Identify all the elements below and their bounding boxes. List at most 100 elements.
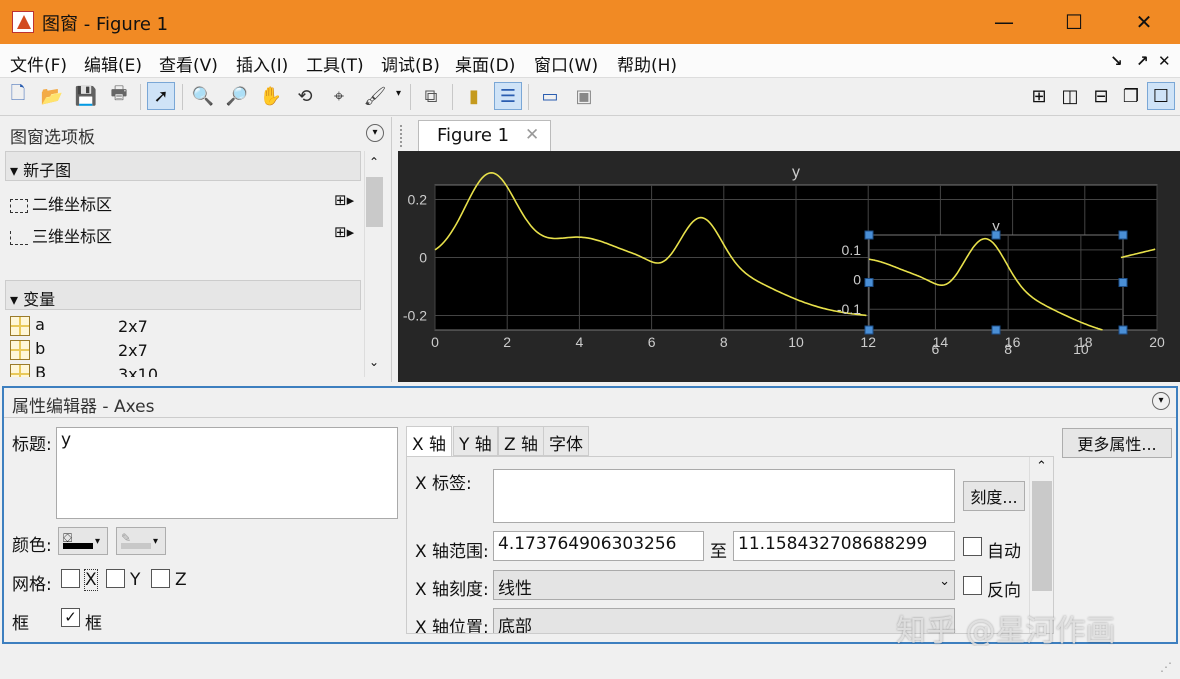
undock-arrow-icon[interactable]: ↘ (1110, 52, 1123, 70)
selection-handle[interactable] (991, 325, 1001, 335)
minimize-button[interactable]: — (969, 0, 1039, 44)
menu-tools[interactable]: 工具(T) (306, 51, 364, 76)
tab-close-icon[interactable]: ✕ (525, 125, 539, 145)
x-range-max-input[interactable]: 11.158432708688299 (733, 531, 955, 561)
float-icon[interactable]: ❐ (1117, 82, 1145, 110)
selection-handle[interactable] (1118, 325, 1128, 335)
inset-x-tick-label: 10 (1073, 341, 1089, 357)
maximize-pane-icon[interactable]: ☐ (1147, 82, 1175, 110)
zoom-out-icon[interactable]: 🔎 (223, 82, 251, 110)
scroll-down-icon[interactable]: ⌄ (369, 355, 379, 369)
resize-grip-icon[interactable]: ⋰ (1160, 660, 1172, 674)
show-tools-icon[interactable]: ▣ (570, 82, 598, 110)
variable-icon (10, 315, 30, 336)
x-tick-label: 0 (431, 334, 439, 350)
property-editor-menu-icon[interactable]: ▾ (1152, 392, 1170, 410)
list-item[interactable]: b (10, 339, 45, 360)
scroll-up-icon[interactable]: ⌃ (1036, 459, 1047, 474)
legend-icon[interactable]: ☰ (494, 82, 522, 110)
menu-debug[interactable]: 调试(B) (381, 51, 440, 76)
save-icon[interactable]: 💾 (72, 82, 100, 110)
scroll-thumb[interactable] (1032, 481, 1052, 591)
menu-desktop[interactable]: 桌面(D) (455, 51, 515, 76)
selection-handle[interactable] (1118, 230, 1128, 240)
list-item[interactable]: B (10, 363, 46, 377)
tab-z-axis[interactable]: Z 轴 (498, 426, 545, 456)
figure-palette: 图窗选项板 ▾ ▾ 新子图 二维坐标区 ⊞▸ 三维坐标区 ⊞▸ ▾ 变量 a 2… (0, 117, 392, 382)
grid-z-checkbox[interactable] (151, 569, 170, 588)
edge-color-picker[interactable]: ✎ ▾ (116, 527, 166, 555)
new-figure-icon[interactable]: 🗋 (4, 82, 32, 110)
maximize-button[interactable]: ☐ (1039, 0, 1109, 44)
tab-x-axis[interactable]: X 轴 (406, 426, 453, 456)
selection-handle[interactable] (991, 230, 1001, 240)
box-checkbox[interactable]: ✓ (61, 608, 80, 627)
scroll-up-icon[interactable]: ⌃ (369, 155, 379, 169)
axes3d-grid-icon[interactable]: ⊞▸ (334, 223, 354, 241)
palette-menu-icon[interactable]: ▾ (366, 124, 384, 142)
x-location-label: X 轴位置: (415, 618, 489, 634)
x-location-select[interactable]: 底部 (493, 608, 955, 633)
close-figure-icon[interactable]: ✕ (1158, 52, 1171, 70)
grid-x-checkbox[interactable] (61, 569, 80, 588)
tile-columns-icon[interactable]: ◫ (1056, 82, 1084, 110)
auto-range-checkbox[interactable] (963, 537, 982, 556)
axes2d-item[interactable]: 二维坐标区 (10, 191, 112, 215)
rotate-icon[interactable]: ⟲ (291, 82, 319, 110)
selection-handle[interactable] (864, 230, 874, 240)
section-variables[interactable]: ▾ 变量 (5, 280, 361, 310)
x-tick-label: 2 (503, 334, 511, 350)
pointer-icon[interactable]: ➚ (147, 82, 175, 110)
figure-canvas[interactable]: 0 2 4 6 8 10 12 14 16 18 20 0.2 0 -0.2 y 0.1 0 -0.1 68… (398, 151, 1180, 382)
menu-edit[interactable]: 编辑(E) (84, 51, 142, 76)
axes3d-item[interactable]: 三维坐标区 (10, 223, 112, 247)
tab-font[interactable]: 字体 (543, 426, 589, 456)
ticks-button[interactable]: 刻度... (963, 481, 1025, 511)
selection-handle[interactable] (1118, 278, 1128, 287)
colorbar-icon[interactable]: ▮ (460, 82, 488, 110)
zoom-in-icon[interactable]: 🔍 (189, 82, 217, 110)
list-item[interactable]: a (10, 315, 45, 336)
data-cursor-icon[interactable]: ⌖ (325, 82, 353, 110)
tile-grid-icon[interactable]: ⊞ (1025, 82, 1053, 110)
axes2d-grid-icon[interactable]: ⊞▸ (334, 191, 354, 209)
close-button[interactable]: ✕ (1109, 0, 1179, 44)
menu-help[interactable]: 帮助(H) (617, 51, 677, 76)
variable-icon (10, 363, 30, 377)
y-tick-label: 0 (419, 250, 427, 266)
scroll-thumb[interactable] (366, 177, 383, 227)
open-icon[interactable]: 📂 (38, 82, 66, 110)
title-bar: 图窗 - Figure 1 — ☐ ✕ (0, 0, 1180, 44)
hide-tools-icon[interactable]: ▭ (536, 82, 564, 110)
brush-icon[interactable]: 🖌 (361, 82, 389, 110)
variable-size: 2x7 (118, 317, 148, 336)
reverse-checkbox[interactable] (963, 576, 982, 595)
menu-window[interactable]: 窗口(W) (534, 51, 598, 76)
selection-handle[interactable] (864, 325, 874, 335)
tab-figure-1[interactable]: Figure 1 ✕ (418, 120, 551, 152)
title-input[interactable]: y (56, 427, 398, 519)
brush-dropdown-icon[interactable]: ▾ (396, 88, 401, 99)
section-new-subplot[interactable]: ▾ 新子图 (5, 151, 361, 181)
variable-size: 3x10 (118, 365, 159, 377)
dock-arrow-icon[interactable]: ↗ (1136, 52, 1149, 70)
tile-rows-icon[interactable]: ⊟ (1087, 82, 1115, 110)
tab-y-axis[interactable]: Y 轴 (453, 426, 498, 456)
menu-file[interactable]: 文件(F) (10, 51, 67, 76)
inset-x-tick-label: 6 (932, 341, 940, 357)
x-label-input[interactable] (493, 469, 955, 523)
selection-handle[interactable] (864, 278, 874, 287)
x-scale-select[interactable]: 线性 ⌄ (493, 570, 955, 600)
axes3d-label: 三维坐标区 (32, 227, 113, 246)
more-properties-button[interactable]: 更多属性... (1062, 428, 1172, 458)
toolbar: 🗋 📂 💾 🖶 ➚ 🔍 🔎 ✋ ⟲ ⌖ 🖌 ▾ ⧉ ▮ ☰ ▭ ▣ ⊞ ◫ ⊟ … (0, 78, 1180, 116)
x-range-min-input[interactable]: 4.173764906303256 (493, 531, 704, 561)
palette-scrollbar[interactable]: ⌃ ⌄ (364, 151, 384, 377)
menu-view[interactable]: 查看(V) (159, 51, 218, 76)
print-icon[interactable]: 🖶 (105, 82, 133, 110)
menu-insert[interactable]: 插入(I) (236, 51, 288, 76)
pan-icon[interactable]: ✋ (257, 82, 285, 110)
face-color-picker[interactable]: ⛋ ▾ (58, 527, 108, 555)
link-plot-icon[interactable]: ⧉ (417, 82, 445, 110)
grid-y-checkbox[interactable] (106, 569, 125, 588)
